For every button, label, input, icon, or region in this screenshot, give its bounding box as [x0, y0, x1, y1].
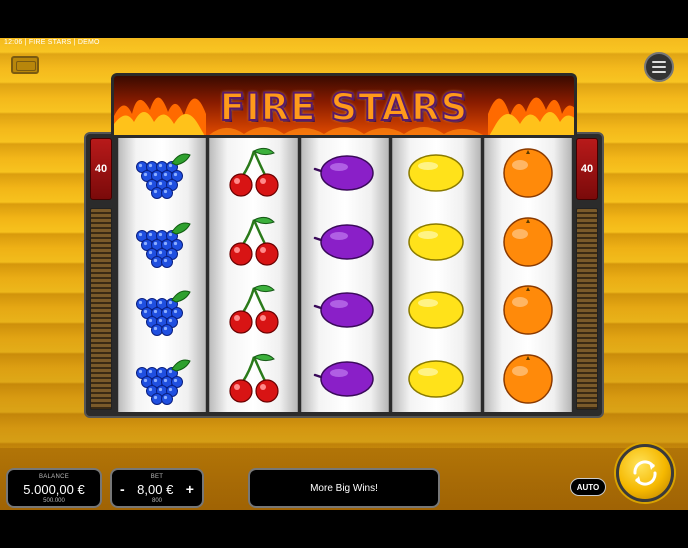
- status-line: 12:06 | FIRE STARS | DEMO: [4, 39, 100, 46]
- cherry-icon: [229, 148, 279, 197]
- lemon-symbol: [402, 212, 470, 270]
- plum-symbol: [311, 212, 379, 270]
- grapes-symbol: [128, 212, 196, 270]
- lemon-icon: [408, 154, 465, 192]
- plum-symbol: [311, 280, 379, 338]
- lemon-icon: [408, 223, 465, 261]
- cherry-symbol: [220, 280, 288, 338]
- left-line-count: 40: [90, 138, 112, 200]
- plum-icon: [313, 224, 374, 260]
- orange-icon: [503, 148, 553, 198]
- hamburger-menu-icon[interactable]: [644, 52, 674, 82]
- lemon-icon: [408, 360, 465, 398]
- plum-icon: [313, 292, 374, 328]
- reel-4: [392, 138, 481, 412]
- bet-panel: BET - 8,00 € + 800: [110, 468, 204, 508]
- cherry-symbol: [220, 143, 288, 201]
- plum-symbol: [311, 349, 379, 407]
- reel-5: [483, 138, 573, 412]
- orange-symbol: [494, 280, 562, 338]
- logo-title: FIRE STARS: [219, 85, 469, 130]
- balance-label: BALANCE: [38, 474, 70, 480]
- cherry-icon: [229, 216, 279, 266]
- left-line-indicator: 40: [90, 138, 112, 412]
- grapes-icon: [136, 222, 191, 268]
- lemon-icon: [408, 291, 465, 329]
- grapes-icon: [136, 290, 191, 337]
- bet-increase-button[interactable]: +: [186, 481, 194, 497]
- grapes-symbol: [128, 349, 196, 407]
- orange-icon: [503, 354, 553, 404]
- orange-icon: [503, 285, 553, 335]
- reel-3: [300, 138, 390, 412]
- message-text: More Big Wins!: [310, 482, 378, 494]
- game-logo: FIRE STARS: [111, 73, 577, 135]
- reel-1: [118, 138, 207, 412]
- right-line-ladder: [576, 208, 598, 410]
- balance-panel: BALANCE 5.000,00 € 500.000: [6, 468, 102, 508]
- plum-icon: [313, 155, 374, 191]
- chip-icon[interactable]: [11, 56, 39, 74]
- balance-credits: 500.000: [43, 498, 65, 504]
- cherry-icon: [229, 353, 279, 403]
- reels-area: [118, 138, 573, 412]
- plum-icon: [313, 361, 374, 397]
- spin-button[interactable]: [616, 444, 674, 502]
- grapes-icon: [136, 359, 191, 405]
- message-panel: More Big Wins!: [248, 468, 440, 508]
- right-line-indicator: 40: [576, 138, 598, 412]
- right-line-count: 40: [576, 138, 598, 200]
- bet-credits: 800: [151, 498, 162, 504]
- autoplay-button[interactable]: AUTO: [570, 478, 606, 496]
- orange-symbol: [494, 212, 562, 270]
- bet-label: BET: [150, 474, 164, 480]
- reel-2: [209, 138, 298, 412]
- spin-arrows-icon: [633, 460, 657, 486]
- bet-value: 8,00 €: [137, 481, 174, 497]
- lemon-symbol: [402, 280, 470, 338]
- plum-symbol: [311, 143, 379, 201]
- cherry-symbol: [220, 349, 288, 407]
- balance-value: 5.000,00 €: [23, 482, 85, 497]
- orange-symbol: [494, 349, 562, 407]
- bet-decrease-button[interactable]: -: [120, 481, 125, 497]
- cherry-icon: [229, 285, 279, 334]
- orange-symbol: [494, 143, 562, 201]
- left-line-ladder: [90, 208, 112, 410]
- lemon-symbol: [402, 349, 470, 407]
- grapes-symbol: [128, 280, 196, 338]
- grapes-icon: [136, 153, 191, 200]
- lemon-symbol: [402, 143, 470, 201]
- cherry-symbol: [220, 212, 288, 270]
- grapes-symbol: [128, 143, 196, 201]
- orange-icon: [503, 217, 553, 267]
